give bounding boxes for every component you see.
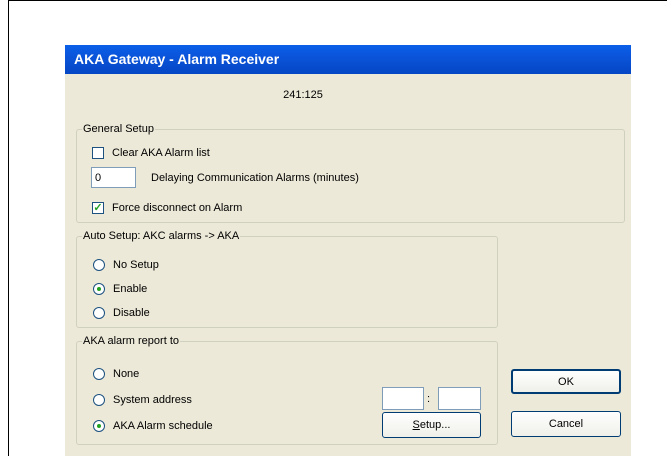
delay-minutes-input[interactable] [91, 167, 136, 188]
address-separator: : [427, 393, 431, 405]
title-bar: AKA Gateway - Alarm Receiver [65, 45, 631, 74]
force-disconnect-checkbox[interactable]: ✓ [92, 202, 104, 214]
system-address-radio[interactable] [93, 394, 105, 406]
force-disconnect-label: Force disconnect on Alarm [112, 202, 243, 214]
system-address-label: System address [113, 394, 192, 406]
no-setup-label: No Setup [113, 259, 159, 271]
clear-alarm-list-label: Clear AKA Alarm list [112, 147, 210, 159]
report-to-title: AKA alarm report to [82, 334, 180, 348]
general-setup-group: General Setup Clear AKA Alarm list Delay… [76, 122, 625, 223]
device-id: 241:125 [283, 89, 323, 101]
report-none-label: None [113, 368, 140, 380]
address-left-input[interactable] [382, 387, 424, 410]
report-none-radio[interactable] [93, 368, 105, 380]
delay-minutes-label: Delaying Communication Alarms (minutes) [151, 172, 359, 184]
enable-radio[interactable] [93, 283, 105, 295]
disable-radio[interactable] [93, 307, 105, 319]
general-setup-title: General Setup [82, 122, 155, 136]
no-setup-radio[interactable] [93, 259, 105, 271]
report-to-group: AKA alarm report to None System address … [76, 334, 498, 445]
alarm-receiver-dialog: AKA Gateway - Alarm Receiver 241:125 Gen… [65, 45, 631, 456]
alarm-schedule-radio[interactable] [93, 420, 105, 432]
ok-button-label: OK [558, 376, 574, 388]
address-right-input[interactable] [438, 387, 481, 410]
setup-button[interactable]: Setup... [382, 412, 481, 438]
ok-button[interactable]: OK [511, 369, 621, 394]
setup-button-label: etup... [419, 419, 451, 431]
auto-setup-group: Auto Setup: AKC alarms -> AKA No Setup E… [76, 229, 498, 328]
enable-label: Enable [113, 283, 148, 295]
setup-button-mnemonic: S [412, 419, 420, 431]
disable-label: Disable [113, 307, 150, 319]
alarm-schedule-label: AKA Alarm schedule [113, 420, 213, 432]
cancel-button-label: Cancel [548, 418, 584, 430]
window-title: AKA Gateway - Alarm Receiver [74, 51, 280, 67]
auto-setup-title: Auto Setup: AKC alarms -> AKA [82, 229, 241, 243]
clear-alarm-list-checkbox[interactable] [92, 147, 104, 159]
cancel-button[interactable]: Cancel [511, 411, 621, 437]
